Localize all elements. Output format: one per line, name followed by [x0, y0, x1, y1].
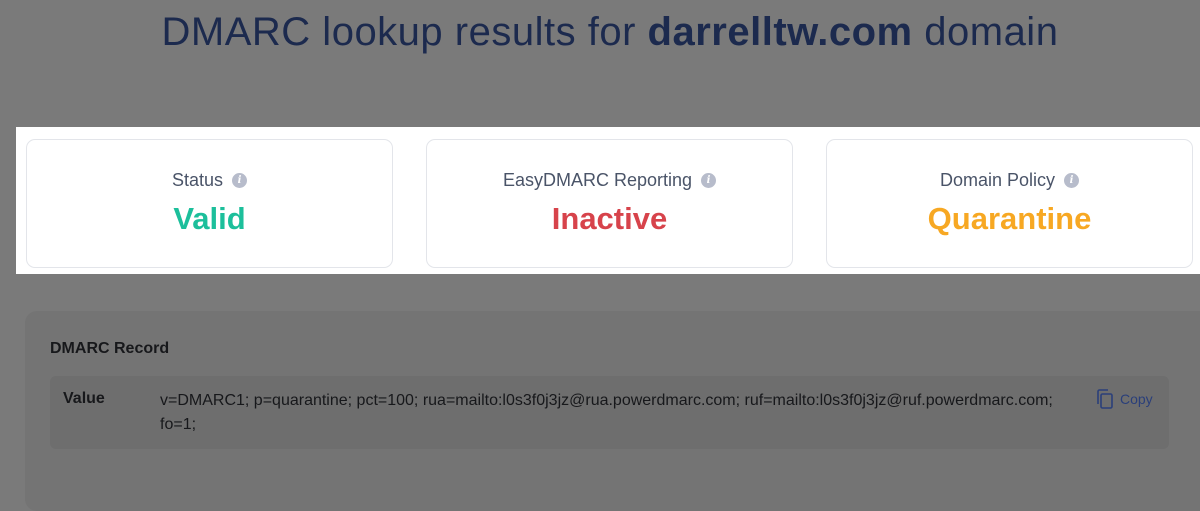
- copy-button[interactable]: Copy: [1096, 388, 1153, 410]
- policy-value: Quarantine: [927, 201, 1092, 236]
- info-icon[interactable]: i: [232, 173, 248, 188]
- status-value: Valid: [173, 201, 246, 236]
- info-icon[interactable]: i: [1064, 173, 1080, 188]
- policy-card: Domain Policy i Quarantine: [826, 139, 1193, 268]
- reporting-label: EasyDMARC Reporting: [502, 170, 693, 190]
- status-card-label-row: Status i: [27, 170, 392, 191]
- reporting-card-label-row: EasyDMARC Reporting i: [427, 170, 792, 191]
- title-domain: darrelltw.com: [647, 10, 913, 54]
- reporting-value: Inactive: [551, 201, 668, 236]
- status-card: Status i Valid: [26, 139, 393, 268]
- copy-icon: [1096, 388, 1114, 410]
- status-label: Status: [171, 170, 224, 190]
- title-suffix: domain: [924, 10, 1059, 54]
- page-title: DMARC lookup results for darrelltw.com d…: [0, 10, 1200, 55]
- copy-label: Copy: [1120, 391, 1153, 407]
- dmarc-record-title: DMARC Record: [50, 340, 170, 357]
- reporting-card: EasyDMARC Reporting i Inactive: [426, 139, 793, 268]
- policy-label: Domain Policy: [939, 170, 1056, 190]
- record-value-label: Value: [63, 390, 105, 407]
- record-value-text: v=DMARC1; p=quarantine; pct=100; rua=mai…: [160, 392, 1053, 433]
- title-prefix: DMARC lookup results for: [161, 10, 636, 54]
- policy-card-label-row: Domain Policy i: [827, 170, 1192, 191]
- info-icon[interactable]: i: [701, 173, 717, 188]
